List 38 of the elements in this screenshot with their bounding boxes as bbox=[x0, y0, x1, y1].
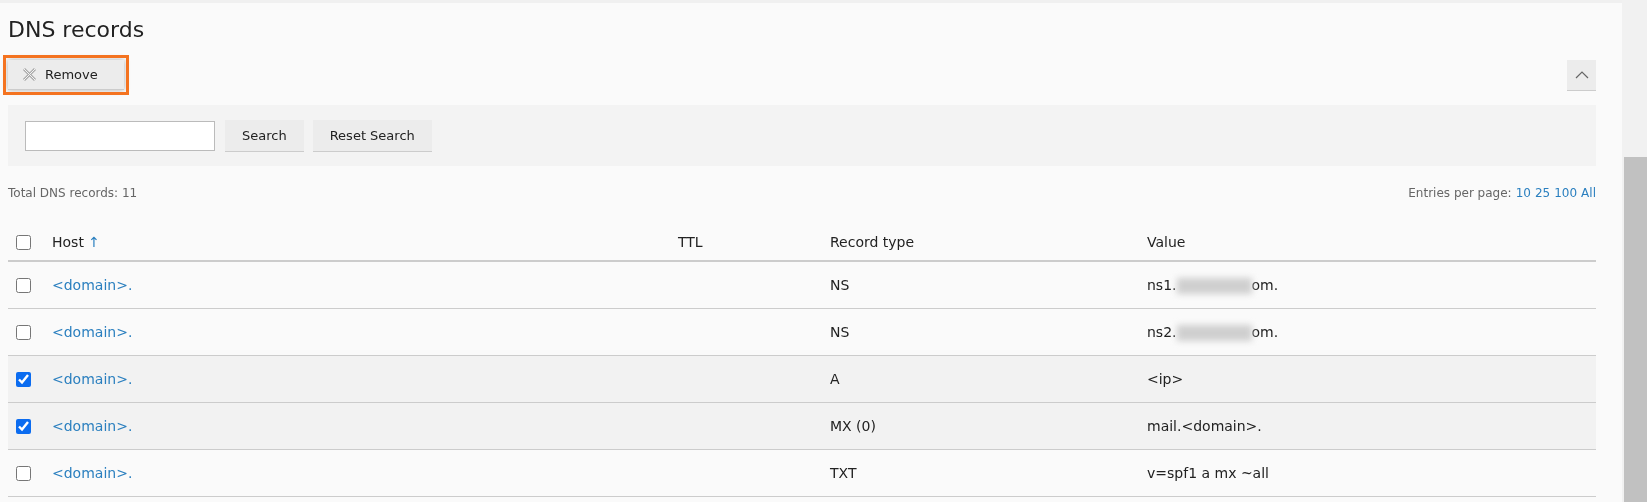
entries-label: Entries per page: bbox=[1408, 186, 1512, 200]
column-header[interactable]: Host ↑ bbox=[52, 234, 678, 250]
row-checkbox[interactable] bbox=[16, 465, 31, 481]
table-cell-text: ns1. om. bbox=[1147, 276, 1280, 294]
table-cell-text: NS bbox=[830, 277, 851, 293]
table-cell-text: mail.<domain>. bbox=[1147, 418, 1263, 434]
page-size-link[interactable]: 100 bbox=[1554, 186, 1578, 200]
host-link[interactable]: <domain>. bbox=[52, 465, 133, 481]
table-cell-text: <ip> bbox=[1147, 371, 1185, 387]
scrollbar[interactable] bbox=[1622, 0, 1647, 502]
select-all-checkbox[interactable] bbox=[16, 234, 31, 250]
close-icon bbox=[22, 67, 37, 82]
row-checkbox[interactable] bbox=[16, 277, 31, 293]
table-cell-text: NS bbox=[830, 324, 851, 340]
column-header[interactable]: Value bbox=[1147, 234, 1596, 250]
page-title: DNS records bbox=[8, 17, 146, 42]
row-checkbox[interactable] bbox=[16, 418, 31, 434]
chevron-up-icon bbox=[1574, 70, 1589, 79]
page-size-link[interactable]: 10 bbox=[1515, 186, 1531, 200]
table-cell-text: TXT bbox=[830, 465, 858, 481]
row-checkbox[interactable] bbox=[16, 371, 31, 387]
table-cell-text: A bbox=[830, 371, 841, 387]
host-link[interactable]: <domain>. bbox=[52, 371, 133, 387]
table-cell-text: v=spf1 a mx ~all bbox=[1147, 465, 1270, 481]
page-size-link[interactable]: 25 bbox=[1534, 186, 1551, 200]
column-header[interactable]: Record type bbox=[830, 234, 1147, 250]
search-button[interactable]: Search bbox=[225, 119, 304, 152]
column-header[interactable]: TTL bbox=[678, 234, 830, 250]
reset-search-button[interactable]: Reset Search bbox=[312, 119, 432, 152]
host-link[interactable]: <domain>. bbox=[52, 418, 133, 434]
host-link[interactable]: <domain>. bbox=[52, 277, 133, 293]
page-size-link[interactable]: All bbox=[1581, 186, 1596, 200]
table-cell-text: ns2. om. bbox=[1147, 323, 1280, 341]
search-field[interactable] bbox=[25, 120, 215, 151]
table-cell-text: MX (0) bbox=[830, 418, 877, 434]
total-count: Total DNS records: 11 bbox=[8, 186, 138, 200]
row-checkbox[interactable] bbox=[16, 324, 31, 340]
host-link[interactable]: <domain>. bbox=[52, 324, 133, 340]
